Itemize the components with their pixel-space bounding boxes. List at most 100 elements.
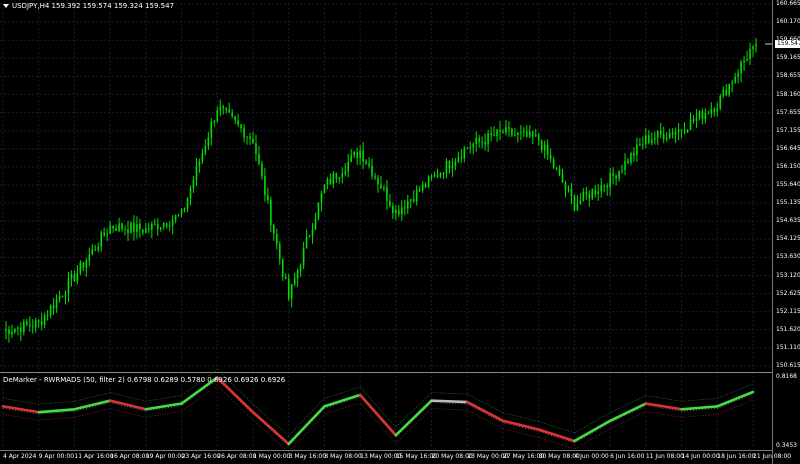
candle-body [692, 119, 695, 121]
indicator-segment [73, 399, 112, 411]
candle-body [76, 272, 79, 282]
candle-body [523, 131, 525, 133]
candle-body [427, 176, 430, 187]
candle-body [278, 244, 281, 260]
candle-body [261, 163, 263, 177]
candle-body [284, 276, 287, 279]
candle-body [594, 189, 597, 194]
candle-body [409, 199, 412, 202]
candle-body [201, 152, 204, 162]
candle-body [118, 223, 120, 232]
candle-body [362, 150, 364, 162]
candle-body [97, 247, 100, 250]
symbol-header[interactable]: USDJPY,H4 159.392 159.574 159.324 159.54… [3, 2, 174, 10]
candle-body [308, 235, 311, 238]
candle-body [290, 284, 293, 299]
candle-body [668, 132, 671, 138]
indicator-segment [465, 400, 505, 423]
candle-body [671, 132, 674, 135]
candle-body [564, 182, 567, 189]
date-tick-label: 4 Jun 00:00 [574, 453, 609, 460]
candle-body [609, 173, 611, 188]
candle-body [540, 140, 543, 151]
candle-body [287, 278, 290, 299]
date-tick-label: 3 May 16:00 [288, 453, 327, 460]
price-candles[interactable] [5, 38, 757, 343]
candle-body [633, 153, 635, 156]
candle-body [368, 163, 370, 166]
candle-body [490, 133, 492, 136]
candle-body [11, 331, 13, 335]
candle-body [600, 185, 603, 192]
candle-body [403, 207, 406, 209]
candle-body [311, 229, 314, 236]
price-tick-label: 151.110 [776, 343, 800, 351]
price-tick-label: 150.615 [776, 362, 800, 369]
candle-body [603, 185, 605, 187]
price-tick-label: 157.655 [776, 108, 800, 116]
candle-body [130, 222, 132, 234]
candle-body [302, 247, 305, 266]
candle-body [588, 194, 591, 199]
candle-body [213, 120, 216, 123]
candle-body [743, 60, 745, 63]
candle-body [618, 170, 620, 179]
candle-body [55, 299, 58, 309]
date-tick-label: 19 Apr 00:00 [145, 453, 185, 460]
indicator-lower-band [2, 385, 754, 453]
candle-body [267, 195, 269, 200]
candle-body [546, 144, 549, 156]
candle-body [615, 175, 617, 179]
candle-body [656, 131, 659, 138]
price-tick-label: 159.165 [776, 54, 800, 62]
candle-body [270, 199, 272, 226]
candle-body [713, 109, 716, 112]
candle-body [445, 160, 448, 174]
candle-body [582, 191, 585, 201]
candle-body [112, 225, 114, 229]
date-tick-label: 16 Apr 08:00 [110, 453, 150, 460]
candle-body [177, 214, 180, 216]
candle-body [353, 152, 355, 156]
indicator-segment [537, 428, 576, 443]
candle-body [677, 129, 680, 132]
indicator-segment [715, 390, 755, 408]
candle-body [755, 44, 757, 46]
candle-body [365, 161, 367, 164]
candle-body [558, 168, 561, 174]
candle-body [64, 293, 67, 297]
candle-body [526, 131, 528, 137]
candle-body [630, 153, 632, 163]
candle-body [561, 173, 564, 183]
candle-body [401, 207, 403, 215]
date-tick-label: 14 Jun 00:00 [681, 453, 720, 460]
chart-canvas[interactable] [0, 0, 800, 464]
candle-body [341, 173, 344, 178]
candle-body [683, 130, 686, 133]
candle-body [448, 160, 451, 169]
candle-body [293, 278, 296, 285]
candle-body [192, 180, 195, 189]
candle-body [189, 188, 192, 199]
price-tick-label: 160.665 [776, 0, 800, 7]
candle-body [171, 219, 174, 226]
candle-body [299, 265, 302, 271]
candle-body [469, 147, 472, 149]
candle-body [442, 172, 445, 174]
indicator-segment [501, 419, 541, 431]
indicator-segment [430, 399, 469, 404]
candle-body [139, 223, 141, 230]
candle-body [37, 320, 40, 322]
candle-body [665, 137, 668, 140]
indicator-segment [608, 402, 648, 423]
candle-body [85, 260, 88, 268]
price-tick-label: 158.160 [776, 90, 800, 98]
candle-body [463, 148, 466, 159]
candle-body [719, 95, 722, 109]
triangle-down-icon[interactable] [3, 4, 9, 8]
candle-body [421, 184, 424, 191]
candle-body [707, 113, 710, 115]
candle-body [258, 154, 260, 164]
candle-body [210, 122, 213, 138]
candle-body [374, 176, 376, 178]
